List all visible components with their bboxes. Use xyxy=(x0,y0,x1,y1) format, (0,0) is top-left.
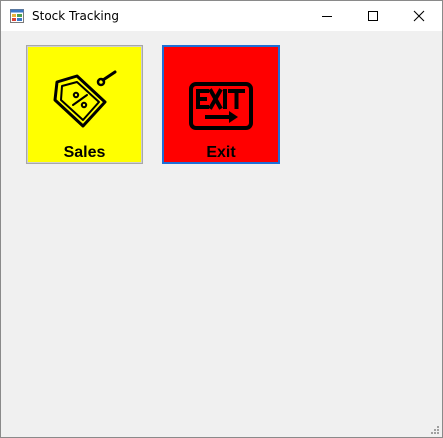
close-button[interactable] xyxy=(396,1,442,31)
maximize-button[interactable] xyxy=(350,1,396,31)
exit-button[interactable]: Exit xyxy=(162,45,280,164)
exit-label: Exit xyxy=(206,144,236,161)
exit-sign-icon xyxy=(189,82,253,130)
close-icon xyxy=(413,10,425,22)
window-title: Stock Tracking xyxy=(32,9,119,23)
sales-label: Sales xyxy=(63,144,106,161)
maximize-icon xyxy=(368,11,378,21)
title-bar[interactable]: Stock Tracking xyxy=(1,1,442,31)
price-tag-percent-icon xyxy=(53,70,117,128)
minimize-button[interactable] xyxy=(304,1,350,31)
resize-grip-icon[interactable] xyxy=(430,425,440,435)
app-icon xyxy=(10,9,24,23)
minimize-icon xyxy=(322,16,332,17)
main-window: Stock Tracking Sales Exit xyxy=(0,0,443,438)
sales-button[interactable]: Sales xyxy=(26,45,143,164)
